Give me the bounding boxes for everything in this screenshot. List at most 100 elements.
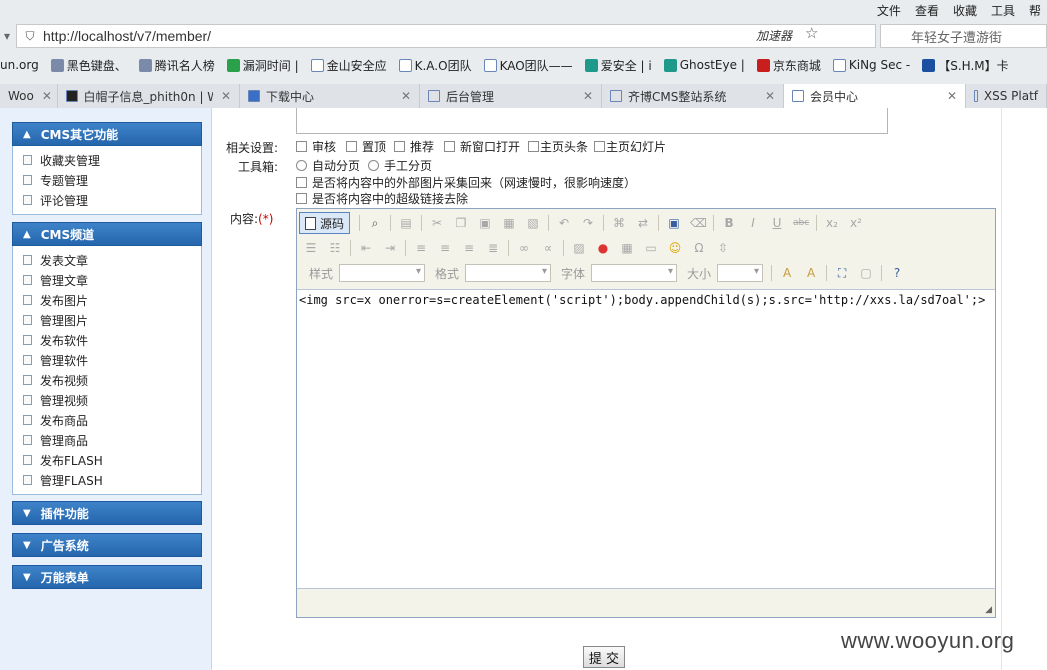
checkbox[interactable] [296, 141, 307, 152]
bold-icon[interactable]: B [721, 216, 737, 230]
align-right-icon[interactable]: ≡ [461, 241, 477, 255]
font-select[interactable] [591, 264, 678, 282]
copy-icon[interactable]: ❐ [453, 216, 469, 230]
text-color-icon[interactable]: A [779, 266, 795, 280]
sidebar-item[interactable]: 发表文章 [13, 250, 201, 270]
menu-file[interactable]: 文件 [877, 2, 901, 19]
search-box[interactable]: 年轻女子遭游街 [880, 24, 1047, 48]
sidebar-item[interactable]: 管理文章 [13, 270, 201, 290]
bookmark-item[interactable]: GhostEye | [663, 58, 745, 72]
option-collect-images[interactable]: 是否将内容中的外部图片采集回来（网速慢时，很影响速度） [296, 174, 636, 191]
close-icon[interactable]: ✕ [34, 89, 52, 103]
numbered-list-icon[interactable]: ☰ [303, 241, 319, 255]
close-icon[interactable]: ✕ [575, 89, 593, 103]
sidebar-item[interactable]: 发布图片 [13, 290, 201, 310]
editor-source-textarea[interactable]: <img src=x onerror=s=createElement('scri… [297, 289, 995, 589]
background-color-icon[interactable]: A [803, 266, 819, 280]
align-center-icon[interactable]: ≡ [437, 241, 453, 255]
option-recommend[interactable]: 推荐 [394, 138, 434, 155]
paging-manual[interactable]: 手工分页 [368, 157, 432, 174]
option-homepage-slide[interactable]: 主页幻灯片 [594, 138, 666, 155]
indent-icon[interactable]: ⇥ [382, 241, 398, 255]
source-button[interactable]: 源码 [299, 212, 351, 234]
checkbox[interactable] [528, 141, 539, 152]
menu-favorites[interactable]: 收藏 [953, 2, 977, 19]
page-break-icon[interactable]: ⇳ [715, 241, 731, 255]
sidebar-item[interactable]: 发布商品 [13, 410, 201, 430]
sidebar-item[interactable]: 管理FLASH [13, 470, 201, 490]
group-header-cms-other[interactable]: ▲ CMS其它功能 [12, 122, 202, 146]
checkbox[interactable] [394, 141, 405, 152]
menu-view[interactable]: 查看 [915, 2, 939, 19]
close-icon[interactable]: ✕ [393, 89, 411, 103]
tab[interactable]: 后台管理 ✕ [420, 84, 602, 108]
tab-active[interactable]: 会员中心 ✕ [784, 84, 966, 108]
unlink-icon[interactable]: ∝ [540, 241, 556, 255]
about-icon[interactable]: ? [889, 266, 905, 280]
address-url[interactable]: http://localhost/v7/member/ [43, 28, 211, 44]
bookmark-item[interactable]: KAO团队—— [483, 57, 573, 74]
strikethrough-icon[interactable]: abc [793, 216, 809, 230]
subscript-icon[interactable]: x₂ [824, 216, 840, 230]
bookmark-item[interactable]: 黑色键盘、 [50, 57, 127, 74]
smiley-icon[interactable]: ☺ [667, 241, 683, 255]
italic-icon[interactable]: I [745, 216, 761, 230]
close-icon[interactable]: ✕ [939, 89, 957, 103]
size-select[interactable] [717, 264, 764, 282]
group-header-forms[interactable]: ▼ 万能表单 [12, 565, 202, 589]
paste-icon[interactable]: ▣ [477, 216, 493, 230]
format-select[interactable] [465, 264, 552, 282]
preview-icon[interactable]: ⌕ [367, 216, 383, 230]
option-new-window[interactable]: 新窗口打开 [444, 138, 520, 155]
bookmark-item[interactable]: un.org [0, 58, 39, 72]
outdent-icon[interactable]: ⇤ [358, 241, 374, 255]
sidebar-item[interactable]: 发布FLASH [13, 450, 201, 470]
table-icon[interactable]: ▦ [619, 241, 635, 255]
group-header-cms-channel[interactable]: ▲ CMS频道 [12, 222, 202, 246]
previous-textarea[interactable] [296, 108, 888, 134]
maximize-icon[interactable]: ⛶ [834, 266, 850, 280]
sidebar-item[interactable]: 管理图片 [13, 310, 201, 330]
security-shield-icon[interactable]: ⛉ [17, 29, 43, 44]
bookmark-item[interactable]: 京东商城 [756, 57, 821, 74]
sidebar-item[interactable]: 管理视频 [13, 390, 201, 410]
tab[interactable]: 白帽子信息_phith0n | W ✕ [58, 84, 240, 108]
option-top[interactable]: 置顶 [346, 138, 386, 155]
group-header-plugins[interactable]: ▼ 插件功能 [12, 501, 202, 525]
bookmark-item[interactable]: KiNg Sec - [832, 58, 910, 72]
radio[interactable] [368, 160, 379, 171]
resize-grip-icon[interactable]: ◢ [985, 605, 992, 615]
bookmark-item[interactable]: 【S.H.M】卡 [922, 57, 1009, 74]
find-icon[interactable]: ⌘ [611, 216, 627, 230]
sidebar-item[interactable]: 管理商品 [13, 430, 201, 450]
bulleted-list-icon[interactable]: ☷ [327, 241, 343, 255]
checkbox[interactable] [296, 193, 307, 204]
option-review[interactable]: 审核 [296, 138, 336, 155]
accelerator-button[interactable]: 加速器 [756, 27, 792, 44]
tab[interactable]: 下载中心 ✕ [240, 84, 420, 108]
sidebar-item[interactable]: 评论管理 [13, 190, 201, 210]
remove-format-icon[interactable]: ⌫ [690, 216, 707, 230]
tab[interactable]: 齐博CMS整站系统 ✕ [602, 84, 784, 108]
bookmark-item[interactable]: 漏洞时间 | [226, 57, 299, 74]
underline-icon[interactable]: U [769, 216, 785, 230]
sidebar-item[interactable]: 收藏夹管理 [13, 150, 201, 170]
checkbox[interactable] [296, 177, 307, 188]
close-icon[interactable]: ✕ [757, 89, 775, 103]
show-blocks-icon[interactable]: ▢ [858, 266, 874, 280]
sidebar-item[interactable]: 发布视频 [13, 370, 201, 390]
sidebar-item[interactable]: 管理软件 [13, 350, 201, 370]
submit-button[interactable]: 提 交 [583, 646, 625, 668]
image-icon[interactable]: ▨ [571, 241, 587, 255]
paste-word-icon[interactable]: ▧ [525, 216, 541, 230]
tab[interactable]: XSS Platf [966, 84, 1047, 108]
link-icon[interactable]: ∞ [516, 241, 532, 255]
bookmark-item[interactable]: 腾讯名人榜 [138, 57, 215, 74]
sidebar-item[interactable]: 专题管理 [13, 170, 201, 190]
redo-icon[interactable]: ↷ [580, 216, 596, 230]
address-bar[interactable]: ⛉ http://localhost/v7/member/ [16, 24, 876, 48]
checkbox[interactable] [444, 141, 455, 152]
cut-icon[interactable]: ✂ [429, 216, 445, 230]
paging-auto[interactable]: 自动分页 [296, 157, 360, 174]
bookmark-item[interactable]: K.A.O团队 [398, 57, 472, 74]
